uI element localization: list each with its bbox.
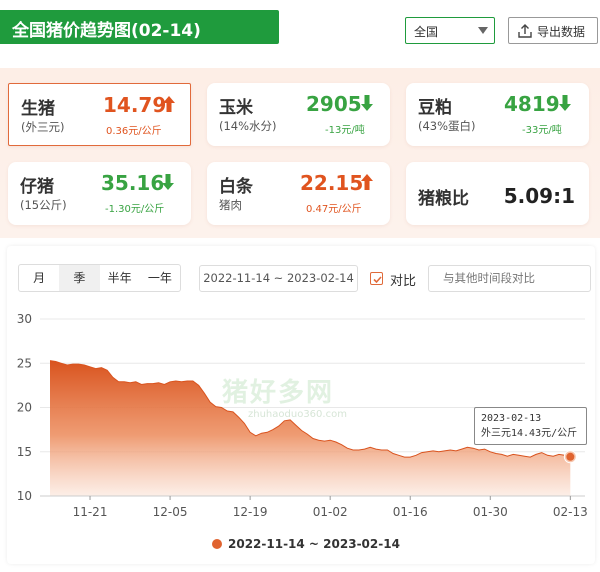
tooltip-value: 外三元14.43元/公斤 xyxy=(481,428,578,439)
legend-dot xyxy=(212,539,222,549)
check-icon xyxy=(373,276,382,284)
compare-period-input[interactable]: 与其他时间段对比 xyxy=(428,265,591,292)
card-name: 仔猪 xyxy=(20,177,54,197)
x-tick-label: 12-19 xyxy=(233,505,268,519)
card-price: 14.79 xyxy=(103,93,167,117)
y-tick-label: 25 xyxy=(17,356,32,370)
card-price: 2905 xyxy=(306,92,362,116)
card-price: 4819 xyxy=(504,92,560,116)
price-card-corn[interactable]: 玉米 (14%水分) 2905 -13元/吨 xyxy=(207,83,390,146)
price-card-live-hog[interactable]: 生猪 (外三元) 14.79 0.36元/公斤 xyxy=(8,83,191,146)
card-sub: (外三元) xyxy=(21,120,65,134)
y-tick-label: 20 xyxy=(17,401,32,415)
card-name: 生猪 xyxy=(21,99,55,119)
arrow-up-icon xyxy=(361,174,373,190)
card-change: -13元/吨 xyxy=(325,125,365,136)
price-card-soybean-meal[interactable]: 豆粕 (43%蛋白) 4819 -33元/吨 xyxy=(406,83,589,146)
highlight-point xyxy=(566,452,575,461)
x-tick-label: 01-30 xyxy=(473,505,508,519)
region-select[interactable]: 全国 xyxy=(405,17,495,44)
compare-checkbox[interactable] xyxy=(370,272,383,285)
page-title: 全国猪价趋势图(02-14) xyxy=(12,21,201,41)
region-select-value: 全国 xyxy=(414,25,439,39)
card-change: 0.36元/公斤 xyxy=(106,126,162,137)
x-tick-label: 11-21 xyxy=(73,505,108,519)
card-sub: (14%水分) xyxy=(219,119,277,133)
arrow-down-icon xyxy=(559,95,571,111)
page-title-bar: 全国猪价趋势图(02-14) xyxy=(0,10,279,44)
x-tick-label: 12-05 xyxy=(153,505,188,519)
chart-legend[interactable]: 2022-11-14 ~ 2023-02-14 xyxy=(212,537,400,551)
card-price: 35.16 xyxy=(101,171,165,195)
card-change: -33元/吨 xyxy=(522,125,562,136)
card-change: 0.47元/公斤 xyxy=(306,204,362,215)
card-name: 玉米 xyxy=(219,98,253,118)
price-card-pork-carcass[interactable]: 白条 猪肉 22.15 0.47元/公斤 xyxy=(207,162,390,225)
y-tick-label: 15 xyxy=(17,445,32,459)
tab-quarter[interactable]: 季 xyxy=(59,265,100,291)
price-card-piglet[interactable]: 仔猪 (15公斤) 35.16 -1.30元/公斤 xyxy=(8,162,191,225)
card-price: 22.15 xyxy=(300,171,364,195)
card-sub: (43%蛋白) xyxy=(418,119,476,133)
compare-label: 对比 xyxy=(390,274,417,289)
export-data-button[interactable]: 导出数据 xyxy=(508,17,598,44)
card-sub: (15公斤) xyxy=(20,198,67,212)
card-ratio: 5.09:1 xyxy=(503,184,575,208)
card-name: 豆粕 xyxy=(418,98,452,118)
x-tick-label: 02-13 xyxy=(553,505,588,519)
export-data-label: 导出数据 xyxy=(537,25,586,39)
tab-half-year[interactable]: 半年 xyxy=(100,265,140,291)
tab-year[interactable]: 一年 xyxy=(140,265,180,291)
y-tick-label: 30 xyxy=(17,312,32,326)
price-card-hog-grain-ratio[interactable]: 猪粮比 5.09:1 xyxy=(406,162,589,225)
legend-label: 2022-11-14 ~ 2023-02-14 xyxy=(228,537,400,551)
card-change: -1.30元/公斤 xyxy=(105,204,165,215)
arrow-down-icon xyxy=(361,95,373,111)
card-name: 白条 xyxy=(219,177,253,197)
y-tick-label: 10 xyxy=(17,489,32,503)
tab-month[interactable]: 月 xyxy=(19,265,59,291)
chart-tooltip: 2023-02-13 外三元14.43元/公斤 xyxy=(474,407,587,445)
card-name: 猪粮比 xyxy=(418,189,469,209)
x-tick-label: 01-02 xyxy=(313,505,348,519)
range-tabs: 月 季 半年 一年 xyxy=(18,264,181,292)
chevron-down-icon xyxy=(478,27,488,34)
card-sub: 猪肉 xyxy=(219,198,242,212)
arrow-down-icon xyxy=(162,174,174,190)
date-range-picker[interactable]: 2022-11-14 ~ 2023-02-14 xyxy=(199,265,358,292)
arrow-up-icon xyxy=(163,96,175,112)
upload-icon xyxy=(518,24,532,38)
x-tick-label: 01-16 xyxy=(393,505,428,519)
tooltip-date: 2023-02-13 xyxy=(481,413,542,424)
